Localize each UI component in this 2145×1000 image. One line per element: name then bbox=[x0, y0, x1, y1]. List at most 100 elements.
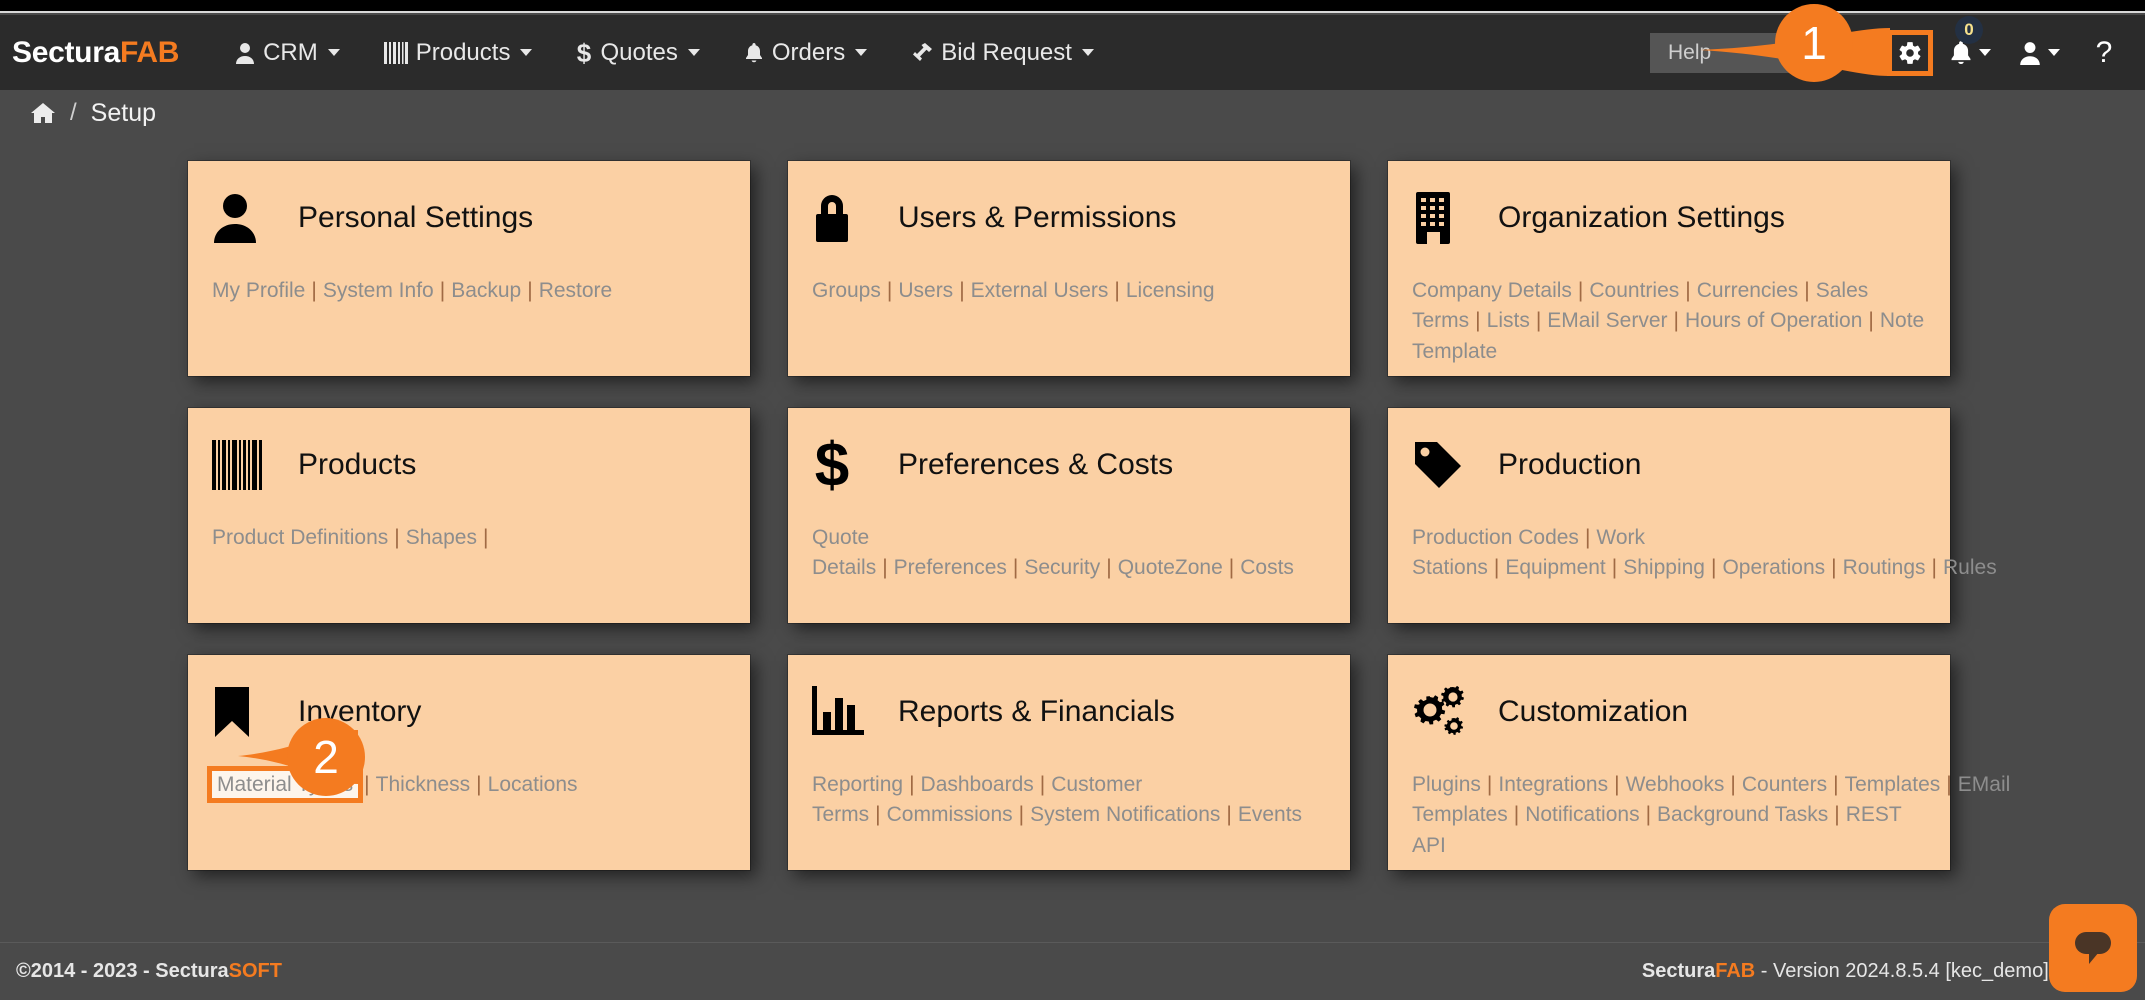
card-link[interactable]: Locations bbox=[488, 773, 578, 796]
nav-item-label: Products bbox=[416, 39, 511, 67]
card-organization-settings[interactable]: Organization Settings Company Details | Co… bbox=[1388, 161, 1950, 376]
link-separator: | bbox=[1946, 773, 1951, 796]
link-separator: | bbox=[1674, 309, 1679, 332]
card-link[interactable]: External Users bbox=[971, 279, 1109, 302]
card-link[interactable]: Reporting bbox=[812, 773, 903, 796]
card-link[interactable]: Plugins bbox=[1412, 773, 1481, 796]
link-separator: | bbox=[887, 279, 892, 302]
card-link[interactable]: Webhooks bbox=[1626, 773, 1725, 796]
svg-text:$: $ bbox=[577, 41, 592, 65]
card-link[interactable]: EMail Server bbox=[1547, 309, 1667, 332]
card-link[interactable]: Costs bbox=[1240, 556, 1294, 579]
card-link[interactable]: Users bbox=[898, 279, 953, 302]
card-preferences-costs[interactable]: $ Preferences & Costs Quote Details | Pref… bbox=[788, 408, 1350, 623]
nav-item-orders[interactable]: Orders bbox=[722, 29, 889, 77]
card-links: Reporting|Dashboards|Customer Terms|Comm… bbox=[812, 770, 1328, 831]
card-header: $ Preferences & Costs bbox=[812, 434, 1328, 496]
link-separator: | bbox=[1833, 773, 1838, 796]
card-link[interactable]: Hours of Operation bbox=[1685, 309, 1862, 332]
setup-content: Personal Settings My Profile|System Info… bbox=[0, 136, 2145, 942]
notification-count-badge: 0 bbox=[1955, 16, 1983, 44]
help-question-icon[interactable]: ? bbox=[2081, 28, 2127, 78]
chevron-down-icon bbox=[2048, 49, 2060, 56]
card-personal-settings[interactable]: Personal Settings My Profile|System Info… bbox=[188, 161, 750, 376]
link-separator: | bbox=[882, 556, 887, 579]
card-link[interactable]: Backup bbox=[451, 279, 521, 302]
link-separator: | bbox=[1487, 773, 1492, 796]
card-link[interactable]: Shapes bbox=[406, 526, 477, 549]
version-text: SecturaFAB - Version 2024.8.5.4 [kec_dem… bbox=[1642, 960, 2111, 983]
brand-suffix: FAB bbox=[120, 36, 179, 69]
link-separator: | bbox=[440, 279, 445, 302]
card-production[interactable]: Production Production Codes|Work Station… bbox=[1388, 408, 1950, 623]
gears-icon bbox=[1412, 685, 1470, 739]
card-link[interactable]: My Profile bbox=[212, 279, 305, 302]
card-link[interactable]: Notifications bbox=[1525, 803, 1639, 826]
brand-logo[interactable]: SecturaFAB bbox=[12, 36, 179, 70]
card-link[interactable]: Groups bbox=[812, 279, 881, 302]
card-link[interactable]: Operations bbox=[1722, 556, 1825, 579]
card-link[interactable]: System Notifications bbox=[1030, 803, 1220, 826]
card-link[interactable]: Security bbox=[1024, 556, 1100, 579]
card-customization[interactable]: Customization Plugins|Integrations|Webho… bbox=[1388, 655, 1950, 870]
dollar-icon: $ bbox=[576, 41, 592, 65]
brand-prefix: Sectura bbox=[12, 36, 120, 69]
notifications-bell-icon[interactable]: 0 bbox=[1943, 28, 1997, 78]
card-link[interactable]: Quote Details bbox=[812, 526, 876, 579]
nav-item-crm[interactable]: CRM bbox=[213, 29, 362, 77]
card-link[interactable]: System Info bbox=[323, 279, 434, 302]
card-users-permissions[interactable]: Users & Permissions Groups|Users|Externa… bbox=[788, 161, 1350, 376]
card-link[interactable]: Thickness bbox=[376, 773, 471, 796]
card-link[interactable]: Integrations bbox=[1498, 773, 1608, 796]
card-links: Plugins|Integrations|Webhooks|Counters|T… bbox=[1412, 770, 1928, 861]
nav-item-quotes[interactable]: $ Quotes bbox=[554, 29, 721, 77]
nav-item-products[interactable]: Products bbox=[362, 29, 555, 77]
card-link[interactable]: Events bbox=[1238, 803, 1302, 826]
card-link[interactable]: Countries bbox=[1589, 279, 1679, 302]
card-link[interactable]: Rules bbox=[1943, 556, 1997, 579]
product-brand: FAB bbox=[1715, 960, 1755, 982]
card-products[interactable]: Products Product Definitions|Shapes| bbox=[188, 408, 750, 623]
callout-marker-1: 1 bbox=[1775, 4, 1853, 82]
card-link[interactable]: Production Codes bbox=[1412, 526, 1579, 549]
card-link[interactable]: Restore bbox=[539, 279, 613, 302]
card-links: Company Details|Countries|Currencies|Sal… bbox=[1412, 276, 1928, 367]
card-link[interactable]: Routings bbox=[1843, 556, 1926, 579]
card-link[interactable]: Shipping bbox=[1623, 556, 1705, 579]
card-link[interactable]: Licensing bbox=[1126, 279, 1215, 302]
card-link[interactable]: Commissions bbox=[887, 803, 1013, 826]
link-separator: | bbox=[1114, 279, 1119, 302]
link-separator: | bbox=[1868, 309, 1873, 332]
link-separator: | bbox=[483, 526, 488, 549]
card-header: Organization Settings bbox=[1412, 187, 1928, 249]
app-page: SecturaFAB CRM Products $ Qu bbox=[0, 0, 2145, 1000]
card-link[interactable]: Counters bbox=[1742, 773, 1827, 796]
callout-marker-2: 2 bbox=[287, 718, 365, 796]
card-title: Reports & Financials bbox=[898, 695, 1175, 729]
link-separator: | bbox=[1536, 309, 1541, 332]
card-reports-financials[interactable]: Reports & Financials Reporting | Dashboard… bbox=[788, 655, 1350, 870]
person-icon bbox=[212, 193, 270, 243]
nav-item-bid-request[interactable]: Bid Request bbox=[889, 29, 1116, 77]
card-links: Quote Details|Preferences|Security|Quote… bbox=[812, 523, 1328, 584]
card-link[interactable]: QuoteZone bbox=[1118, 556, 1223, 579]
card-link[interactable]: Preferences bbox=[894, 556, 1007, 579]
card-link[interactable]: Templates bbox=[1845, 773, 1941, 796]
link-separator: | bbox=[959, 279, 964, 302]
card-link[interactable]: Equipment bbox=[1505, 556, 1605, 579]
card-link[interactable]: Company Details bbox=[1412, 279, 1572, 302]
user-account-icon[interactable] bbox=[2011, 28, 2067, 78]
barcode-icon bbox=[212, 440, 270, 490]
card-link[interactable]: Currencies bbox=[1697, 279, 1799, 302]
copyright-brand: SOFT bbox=[229, 960, 282, 982]
card-link[interactable]: Product Definitions bbox=[212, 526, 388, 549]
link-separator: | bbox=[1040, 773, 1045, 796]
card-link[interactable]: Lists bbox=[1487, 309, 1530, 332]
home-icon[interactable] bbox=[30, 101, 56, 125]
link-separator: | bbox=[1831, 556, 1836, 579]
card-header: Products bbox=[212, 434, 728, 496]
card-link[interactable]: Background Tasks bbox=[1657, 803, 1828, 826]
chat-widget-button[interactable] bbox=[2049, 904, 2137, 992]
card-link[interactable]: Dashboards bbox=[921, 773, 1034, 796]
link-separator: | bbox=[476, 773, 481, 796]
